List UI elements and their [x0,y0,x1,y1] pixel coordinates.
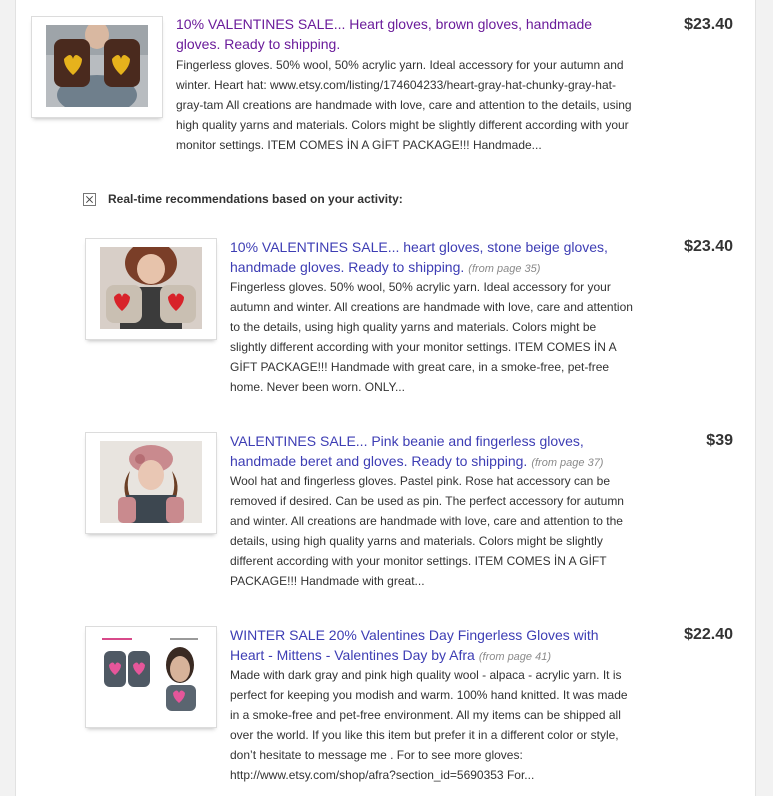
recommendation-title-link[interactable]: VALENTINES SALE... Pink beanie and finge… [230,431,630,473]
close-icon[interactable] [83,192,96,206]
recommendation-title-link[interactable]: 10% VALENTINES SALE... heart gloves, sto… [230,237,630,279]
gray-heart-mittens-image [100,635,202,717]
recommendation-price: $39 [706,432,733,449]
from-page-label: (from page 41) [478,651,551,663]
recommendation-thumbnail[interactable] [85,238,217,340]
recommendation-thumbnail[interactable] [85,626,217,728]
recommendation-price: $23.40 [684,238,733,255]
brown-heart-gloves-image [46,25,148,107]
recommendation-description: Made with dark gray and pink high qualit… [230,668,628,782]
pink-beanie-gloves-image [100,441,202,523]
recommendations-heading: Real-time recommendations based on your … [108,192,403,206]
result-price: $23.40 [684,16,733,33]
beige-heart-gloves-image [100,247,202,329]
recommendations-header: Real-time recommendations based on your … [83,191,403,207]
results-panel: 10% VALENTINES SALE... Heart gloves, bro… [15,0,756,796]
recommendation-title-link[interactable]: WINTER SALE 20% Valentines Day Fingerles… [230,625,630,667]
recommendation-thumbnail[interactable] [85,432,217,534]
from-page-label: (from page 35) [468,263,541,275]
recommendation-description: Fingerless gloves. 50% wool, 50% acrylic… [230,280,633,394]
result-description: Fingerless gloves. 50% wool, 50% acrylic… [176,58,632,152]
result-title-link[interactable]: 10% VALENTINES SALE... Heart gloves, bro… [176,14,616,54]
result-thumbnail[interactable] [31,16,163,118]
from-page-label: (from page 37) [531,457,604,469]
recommendation-description: Wool hat and fingerless gloves. Pastel p… [230,474,624,588]
recommendation-price: $22.40 [684,626,733,643]
